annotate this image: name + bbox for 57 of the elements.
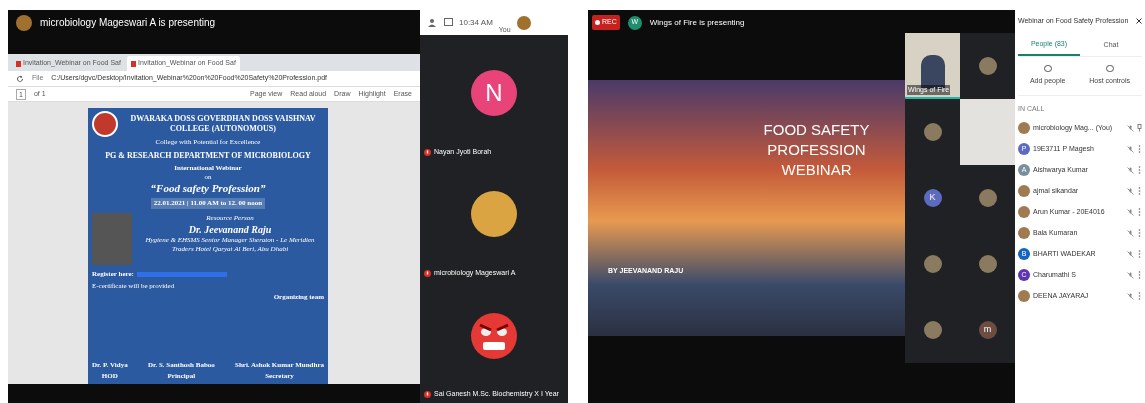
mic-off-icon (1127, 124, 1134, 132)
chat-icon[interactable] (444, 18, 453, 27)
avatar-photo (978, 189, 997, 207)
event-topic: “Food safety Profession” (150, 182, 266, 195)
avatar-photo (978, 255, 997, 273)
avatar-photo (923, 123, 942, 141)
more-options-icon[interactable] (1137, 187, 1142, 195)
presenter-caption: microbiology Mageswari A is presenting (40, 16, 216, 30)
pdf-icon (130, 60, 136, 67)
mic-off-icon (1127, 292, 1134, 300)
participant-avatar: m (978, 321, 997, 339)
participant-avatar: N (471, 69, 517, 116)
clock-time: 10:34 AM (459, 16, 493, 29)
college-logo (92, 111, 118, 137)
registration-link[interactable] (136, 271, 227, 277)
mic-off-icon (424, 269, 431, 277)
mic-off-icon (1127, 145, 1134, 153)
department-name: PG & RESEARCH DEPARTMENT OF MICROBIOLOGY (105, 151, 311, 161)
self-avatar[interactable] (516, 15, 531, 30)
avatar-photo (923, 321, 942, 339)
avatar-photo (1018, 290, 1030, 302)
slide-title: FOOD SAFETY PROFESSION WEBINAR (762, 120, 871, 180)
people-icon[interactable] (428, 17, 438, 28)
more-options-icon[interactable] (1137, 166, 1142, 174)
video-placeholder (920, 55, 945, 89)
mic-off-icon (424, 391, 431, 399)
mic-off-icon (1127, 187, 1134, 195)
more-options-icon[interactable] (1137, 271, 1142, 279)
avatar-photo (978, 57, 997, 75)
mic-off-icon (1127, 271, 1134, 279)
refresh-icon[interactable] (16, 74, 24, 83)
mic-off-icon (1127, 208, 1134, 216)
more-options-icon[interactable] (1137, 250, 1142, 258)
more-options-icon[interactable] (1137, 229, 1142, 237)
mic-off-icon (1127, 250, 1134, 258)
more-options-icon[interactable] (1137, 292, 1142, 300)
college-name: DWARAKA DOSS GOVERDHAN DOSS VAISHNAV COLLEGE (AUTONOMOUS) (129, 114, 317, 134)
photo-placeholder (92, 213, 132, 265)
pdf-icon (16, 60, 21, 67)
avatar-photo (923, 255, 942, 273)
mic-off-icon (424, 148, 431, 156)
more-options-icon[interactable] (1137, 145, 1142, 153)
more-options-icon[interactable] (1137, 208, 1142, 216)
close-icon[interactable] (1136, 18, 1142, 25)
mic-off-icon (1127, 166, 1134, 174)
speaker-name: Dr. Jeevanand Raju (188, 223, 272, 236)
avatar-photo (1018, 122, 1030, 134)
angry-emoji-icon (471, 312, 517, 359)
avatar-photo (1018, 227, 1030, 239)
avatar-photo (471, 191, 517, 238)
mic-off-icon (1127, 229, 1134, 237)
presenter-caption: Wings of Fire is presenting (649, 16, 745, 29)
avatar-photo (1018, 185, 1030, 197)
presenter-avatar (16, 15, 32, 31)
avatar-photo (1018, 206, 1030, 218)
pin-icon[interactable] (1137, 124, 1142, 132)
participant-avatar: K (923, 189, 942, 207)
